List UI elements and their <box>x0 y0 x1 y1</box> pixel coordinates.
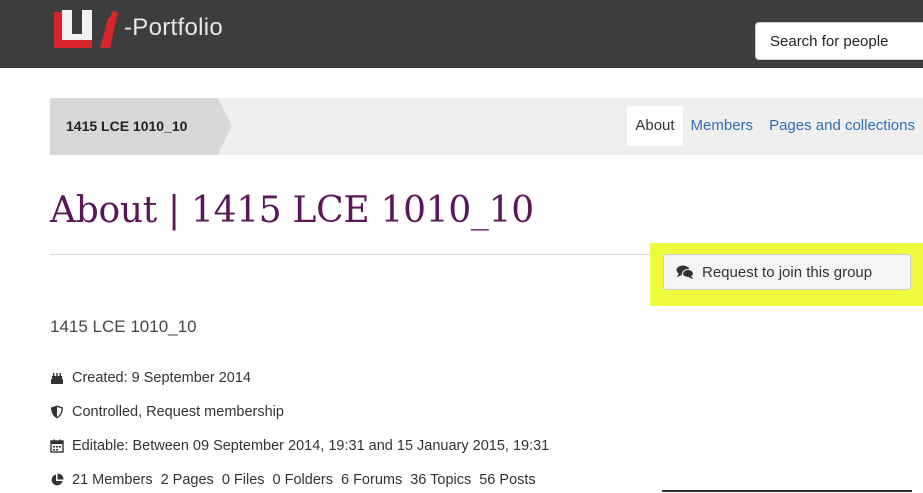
site-logo[interactable]: -Portfolio <box>50 8 223 48</box>
stat-pages: 2 Pages <box>160 472 214 488</box>
tab-members[interactable]: Members <box>683 106 762 146</box>
group-breadcrumb[interactable]: 1415 LCE 1010_10 <box>50 98 218 155</box>
group-stats: 21 Members 2 Pages 0 Files 0 Folders 6 F… <box>50 472 544 488</box>
editable-info: Editable: Between 09 September 2014, 19:… <box>50 438 549 454</box>
membership-info: Controlled, Request membership <box>50 404 284 420</box>
calendar-icon <box>50 439 64 453</box>
stat-forums: 6 Forums <box>340 472 403 488</box>
stat-topics: 36 Topics <box>410 472 472 488</box>
logo-text: -Portfolio <box>124 14 224 41</box>
shield-icon <box>50 405 64 419</box>
logo-icon <box>50 8 120 48</box>
created-text: Created: 9 September 2014 <box>72 370 251 386</box>
top-header: -Portfolio Search for people <box>0 0 923 68</box>
comments-icon <box>676 265 694 279</box>
stat-folders: 0 Folders <box>272 472 333 488</box>
tab-pages-and-collections[interactable]: Pages and collections <box>761 106 923 146</box>
breadcrumb-arrow <box>218 98 232 154</box>
tab-about[interactable]: About <box>627 106 683 146</box>
group-breadcrumb-label: 1415 LCE 1010_10 <box>66 118 188 134</box>
stat-members: 21 Members <box>72 472 153 488</box>
pie-chart-icon <box>50 473 64 487</box>
group-name: 1415 LCE 1010_10 <box>50 317 197 336</box>
membership-text: Controlled, Request membership <box>72 404 284 420</box>
sidebar-block-edge <box>662 490 912 492</box>
group-subnav: 1415 LCE 1010_10 About Members Pages and… <box>50 98 923 155</box>
group-tabs: About Members Pages and collections <box>627 106 923 146</box>
birthday-cake-icon <box>50 371 64 385</box>
editable-text: Editable: Between 09 September 2014, 19:… <box>72 438 550 454</box>
search-input[interactable]: Search for people <box>755 22 923 60</box>
page-title: About | 1415 LCE 1010_10 <box>50 190 534 231</box>
stat-posts: 56 Posts <box>479 472 536 488</box>
created-info: Created: 9 September 2014 <box>50 370 251 386</box>
stat-files: 0 Files <box>221 472 265 488</box>
request-to-join-label: Request to join this group <box>702 263 873 281</box>
request-to-join-button[interactable]: Request to join this group <box>663 254 911 290</box>
